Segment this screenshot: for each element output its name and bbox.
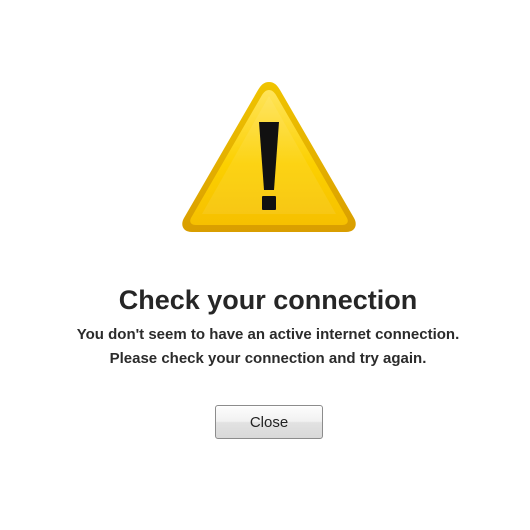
dialog-message-line2: Please check your connection and try aga…	[109, 350, 427, 367]
dialog-title: Check your connection	[118, 285, 418, 315]
connection-error-dialog: Check your connection You don't seem to …	[0, 0, 530, 530]
exclamation-dot	[262, 196, 276, 210]
warning-triangle-icon	[182, 82, 356, 232]
dialog-message-line1: You don't seem to have an active interne…	[76, 326, 460, 343]
close-button[interactable]: Close	[215, 405, 323, 439]
